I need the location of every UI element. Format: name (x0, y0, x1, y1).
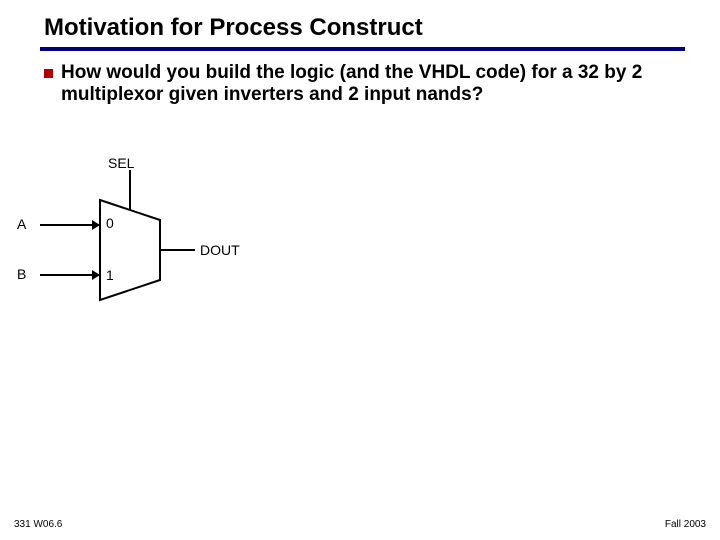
mux-in0-label: 0 (106, 215, 114, 231)
mux-in1-label: 1 (106, 267, 114, 283)
mux-out-label: DOUT (200, 242, 240, 258)
mux-sel-label: SEL (108, 155, 134, 171)
mux-b-label: B (17, 266, 26, 282)
question-text: How would you build the logic (and the V… (61, 62, 684, 107)
bullet-square-icon (44, 69, 53, 78)
footer-left: 331 W06.6 (14, 519, 62, 530)
mux-diagram: SEL A B 0 1 DOUT (0, 160, 300, 350)
body: How would you build the logic (and the V… (44, 62, 684, 107)
question-bullet: How would you build the logic (and the V… (44, 62, 684, 107)
title-underline (40, 47, 685, 51)
mux-a-label: A (17, 216, 26, 232)
footer-right: Fall 2003 (665, 519, 706, 530)
page-title: Motivation for Process Construct (44, 14, 684, 42)
